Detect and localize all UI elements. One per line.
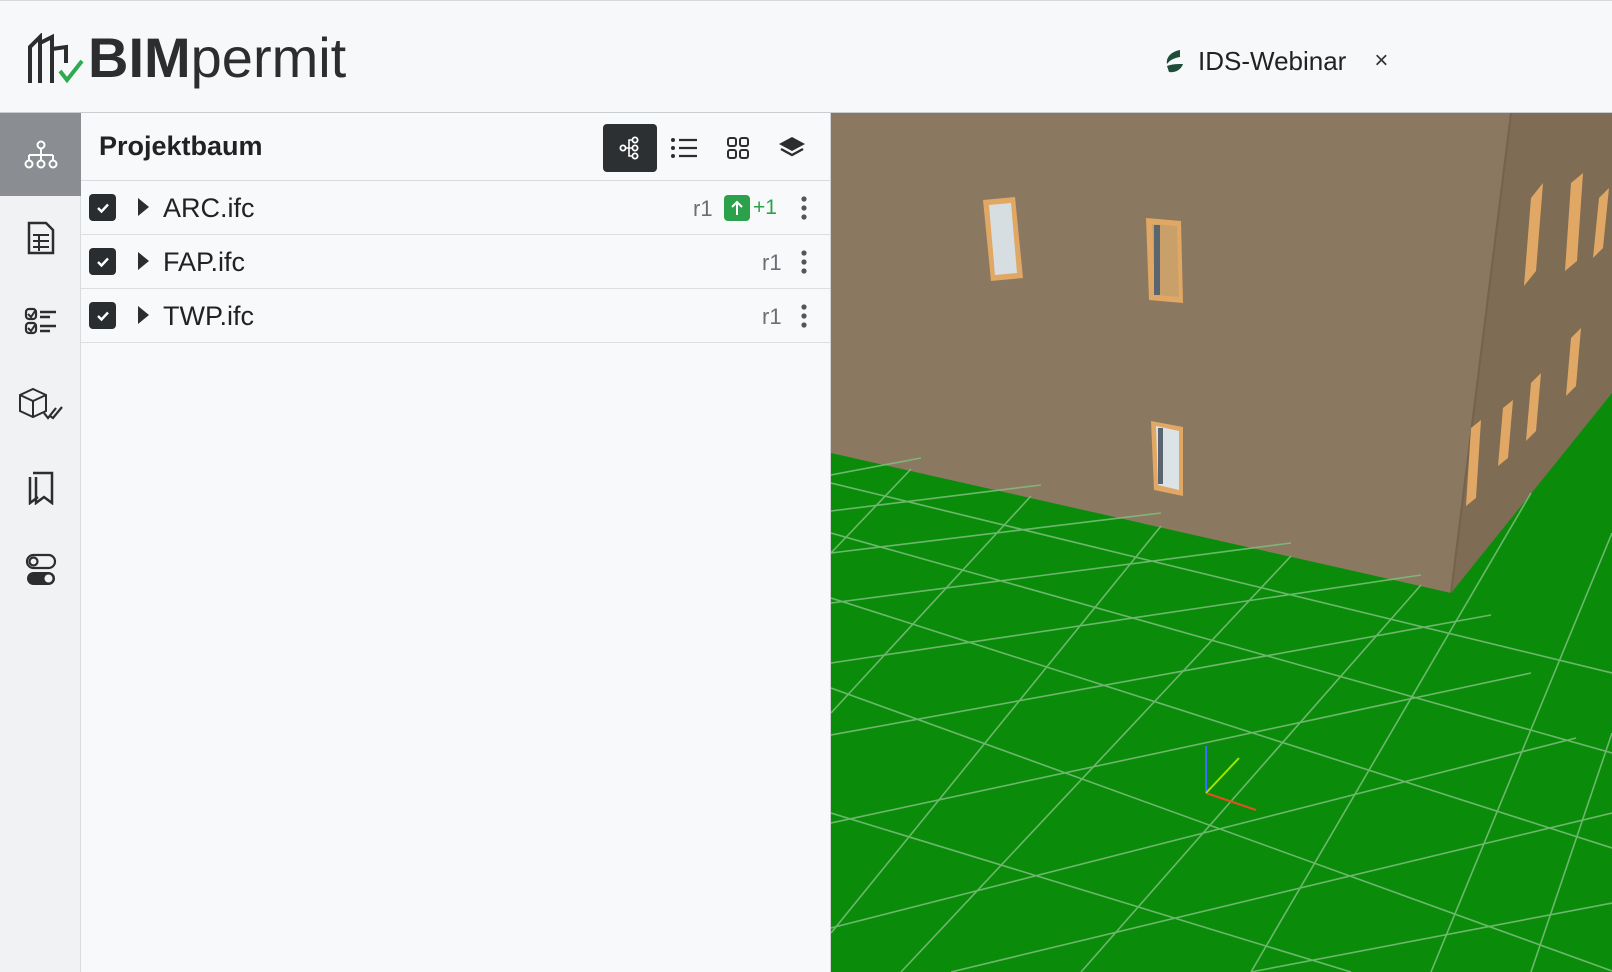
expand-caret-icon[interactable] xyxy=(136,251,150,271)
close-project-button[interactable]: × xyxy=(1374,47,1388,75)
update-badge[interactable] xyxy=(724,195,750,221)
file-name: FAP.ifc xyxy=(163,247,246,277)
hierarchy-icon xyxy=(24,140,57,168)
file-visibility-checkbox[interactable] xyxy=(89,194,116,221)
tree-view-icon xyxy=(619,136,639,160)
file-row[interactable]: TWP.ifc r1 xyxy=(81,289,830,343)
project-tab[interactable]: IDS-Webinar × xyxy=(1164,41,1388,81)
document-icon xyxy=(27,221,54,254)
update-count: +1 xyxy=(753,196,777,219)
revision-label: r1 xyxy=(762,250,782,275)
3d-viewport[interactable] xyxy=(831,113,1612,972)
bookmarks-icon xyxy=(28,471,53,505)
list-view-icon xyxy=(671,138,697,158)
expand-caret-icon[interactable] xyxy=(136,305,150,325)
building-check-logo-icon xyxy=(28,33,84,84)
file-row[interactable]: FAP.ifc r1 xyxy=(81,235,830,289)
nav-documents[interactable] xyxy=(0,196,81,279)
nav-checklists[interactable] xyxy=(0,279,81,362)
nav-project-tree[interactable] xyxy=(0,113,81,196)
more-options-icon[interactable] xyxy=(799,249,809,275)
bimpermit-logo[interactable]: BIMpermit xyxy=(26,26,347,89)
checklist-icon xyxy=(24,307,56,334)
logo-bim-text: BIM xyxy=(88,26,191,89)
check-icon xyxy=(96,203,109,213)
tree-view-button[interactable] xyxy=(603,124,657,172)
grid-view-button[interactable] xyxy=(711,124,765,172)
nav-settings[interactable] xyxy=(0,528,81,611)
project-name: IDS-Webinar xyxy=(1198,45,1347,76)
arrow-up-icon xyxy=(731,200,743,215)
side-navigation xyxy=(0,113,81,972)
panel-title: Projektbaum xyxy=(99,131,263,161)
layers-icon xyxy=(779,137,805,157)
logo-permit-text: permit xyxy=(190,26,347,89)
cube-check-icon xyxy=(18,387,63,420)
more-options-icon[interactable] xyxy=(799,303,809,329)
list-view-button[interactable] xyxy=(657,124,711,172)
check-icon xyxy=(96,311,109,321)
nav-bookmarks[interactable] xyxy=(0,445,81,528)
layers-view-button[interactable] xyxy=(765,124,819,172)
revision-label: r1 xyxy=(762,304,782,329)
toggles-icon xyxy=(25,553,56,585)
3d-scene[interactable] xyxy=(831,113,1612,972)
more-options-icon[interactable] xyxy=(799,195,809,221)
panel-header: Projektbaum xyxy=(81,113,830,181)
revision-label: r1 xyxy=(693,196,713,221)
grid-view-icon xyxy=(727,137,749,159)
nav-model-check[interactable] xyxy=(0,362,81,445)
expand-caret-icon[interactable] xyxy=(136,197,150,217)
check-icon xyxy=(96,257,109,267)
window[interactable] xyxy=(1146,218,1183,303)
file-row[interactable]: ARC.ifc r1 +1 xyxy=(81,181,830,235)
file-visibility-checkbox[interactable] xyxy=(89,302,116,329)
app-header: BIMpermit IDS-Webinar × xyxy=(0,0,1612,113)
project-leaf-icon xyxy=(1166,50,1183,73)
project-tree-panel: Projektbaum ARC.ifc r1 +1 FAP.ifc r1 TWP… xyxy=(81,113,831,972)
window[interactable] xyxy=(1151,421,1183,496)
file-name: ARC.ifc xyxy=(163,193,255,223)
view-toggle-group xyxy=(603,124,819,172)
file-name: TWP.ifc xyxy=(163,301,255,331)
file-visibility-checkbox[interactable] xyxy=(89,248,116,275)
